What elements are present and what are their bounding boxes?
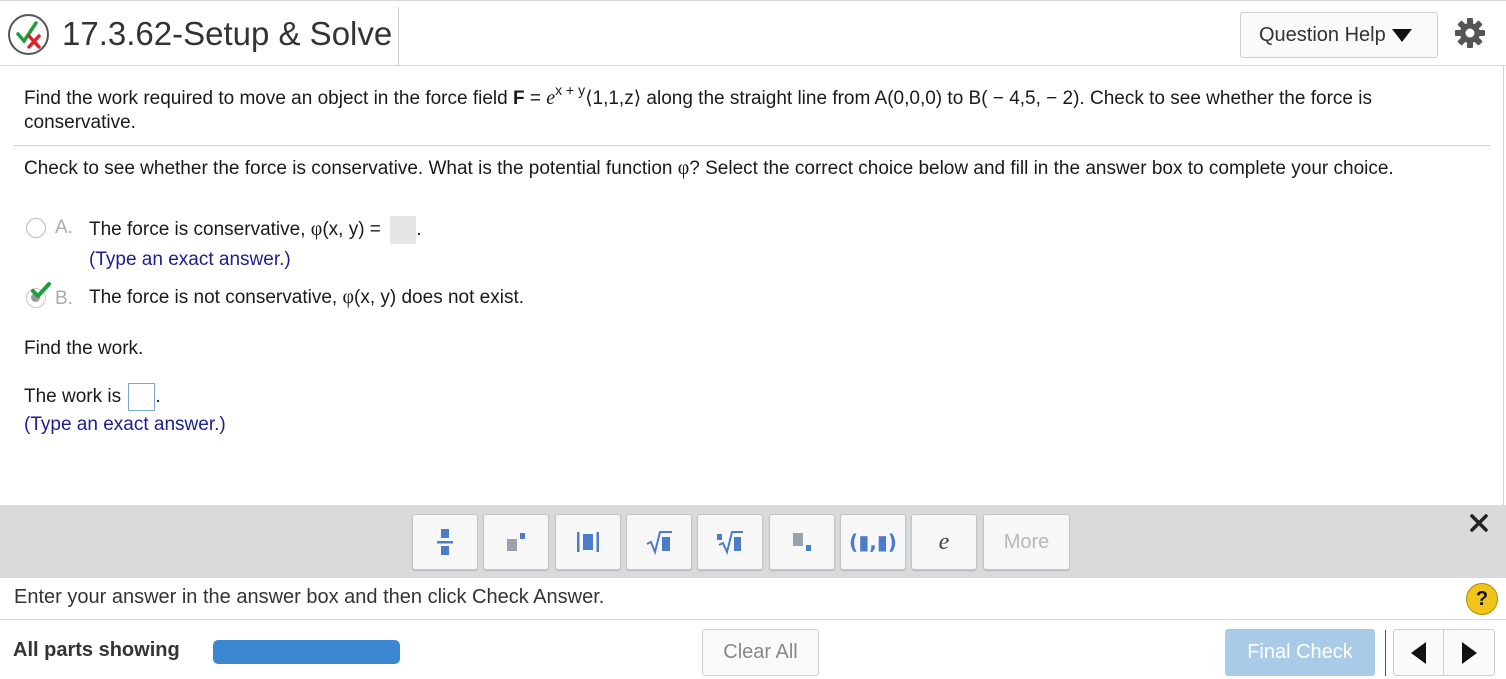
choice-a-text: The force is conservative, φ(x, y) = .: [89, 216, 421, 244]
vector-components: ⟨1,1,z⟩: [585, 88, 642, 109]
square-root-button[interactable]: [626, 514, 692, 570]
choice-a-text-start: The force is conservative,: [89, 219, 311, 241]
work-label: The work is: [24, 386, 127, 408]
choice-a-answer-box[interactable]: [390, 216, 417, 244]
euler-e-icon: e: [938, 528, 950, 555]
choice-b-text-end: (x, y) does not exist.: [354, 287, 525, 308]
correct-check-icon: [31, 282, 51, 298]
content-right-border: [1503, 66, 1504, 506]
final-check-button[interactable]: Final Check: [1225, 629, 1375, 676]
nth-root-icon: [717, 531, 743, 555]
question-title: 17.3.62-Setup & Solve: [62, 15, 393, 52]
subscript-icon: [793, 533, 811, 551]
nth-root-button[interactable]: [697, 514, 763, 570]
progress-bar: [213, 640, 400, 664]
more-button[interactable]: More: [983, 514, 1070, 570]
ordered-pair-button[interactable]: (▮,▮): [840, 514, 906, 570]
section-divider: [14, 145, 1490, 146]
gear-icon[interactable]: [1454, 17, 1486, 49]
arrow-left-icon: [1411, 641, 1426, 664]
work-prompt: Find the work.: [24, 338, 144, 359]
more-label: More: [1003, 530, 1050, 553]
problem-text-start: Find the work required to move an object…: [24, 88, 513, 109]
exponent-button[interactable]: [483, 514, 549, 570]
progress-fill: [213, 640, 400, 664]
help-icon[interactable]: ?: [1466, 583, 1498, 615]
math-palette: (▮,▮) e More: [0, 505, 1506, 578]
choice-a-period: .: [416, 219, 422, 241]
question-help-label: Question Help: [1259, 23, 1386, 46]
title-divider: [398, 7, 399, 65]
work-answer-input[interactable]: [128, 383, 156, 411]
phi-symbol: φ: [677, 157, 690, 179]
phi-symbol: φ: [310, 218, 323, 241]
choice-b-text-start: The force is not conservative,: [89, 287, 343, 308]
choice-a-letter: A.: [55, 217, 73, 238]
parts-showing-label: All parts showing: [13, 639, 180, 661]
euler-e-button[interactable]: e: [911, 514, 977, 570]
partial-correct-icon: [8, 14, 49, 55]
caret-down-icon: [1391, 28, 1412, 42]
sqrt-icon: [646, 531, 672, 555]
choice-a-text-mid: (x, y) =: [322, 219, 387, 241]
ordered-pair-icon: (▮,▮): [849, 530, 897, 554]
choice-b-letter: B.: [55, 288, 73, 309]
footer-divider: [0, 619, 1506, 620]
instruction-text-start: Check to see whether the force is conser…: [24, 158, 678, 179]
instruction-text-end: ? Select the correct choice below and fi…: [689, 158, 1394, 179]
previous-button[interactable]: [1394, 630, 1444, 675]
clear-all-button[interactable]: Clear All: [702, 629, 819, 676]
work-period: .: [155, 386, 161, 408]
abs-icon: [577, 532, 599, 552]
euler-e: e: [546, 87, 556, 109]
part-instruction: Check to see whether the force is conser…: [24, 156, 1484, 181]
work-answer-line: The work is .: [24, 383, 161, 411]
subscript-button[interactable]: [769, 514, 835, 570]
close-icon[interactable]: [1468, 512, 1490, 534]
fraction-button[interactable]: [412, 514, 478, 570]
choice-b-text: The force is not conservative, φ(x, y) d…: [89, 286, 524, 309]
answer-instructions: Enter your answer in the answer box and …: [14, 586, 605, 608]
question-help-button[interactable]: Question Help: [1240, 12, 1438, 58]
equals-sign: =: [524, 88, 547, 109]
question-nav: [1393, 629, 1495, 676]
arrow-right-icon: [1461, 641, 1477, 664]
question-header: 17.3.62-Setup & Solve Question Help: [0, 0, 1506, 66]
next-button[interactable]: [1444, 630, 1494, 675]
choice-a-radio[interactable]: [26, 218, 46, 238]
phi-symbol: φ: [342, 286, 354, 308]
fraction-icon: [437, 529, 453, 555]
force-field-symbol: F: [512, 88, 525, 109]
work-hint: (Type an exact answer.): [24, 414, 226, 435]
choice-a-hint: (Type an exact answer.): [89, 249, 291, 270]
problem-statement: Find the work required to move an object…: [24, 82, 1484, 135]
exponent-text: x + y: [555, 82, 586, 98]
nav-divider: [1385, 630, 1386, 676]
exponent-icon: [507, 533, 525, 551]
absolute-value-button[interactable]: [555, 514, 621, 570]
